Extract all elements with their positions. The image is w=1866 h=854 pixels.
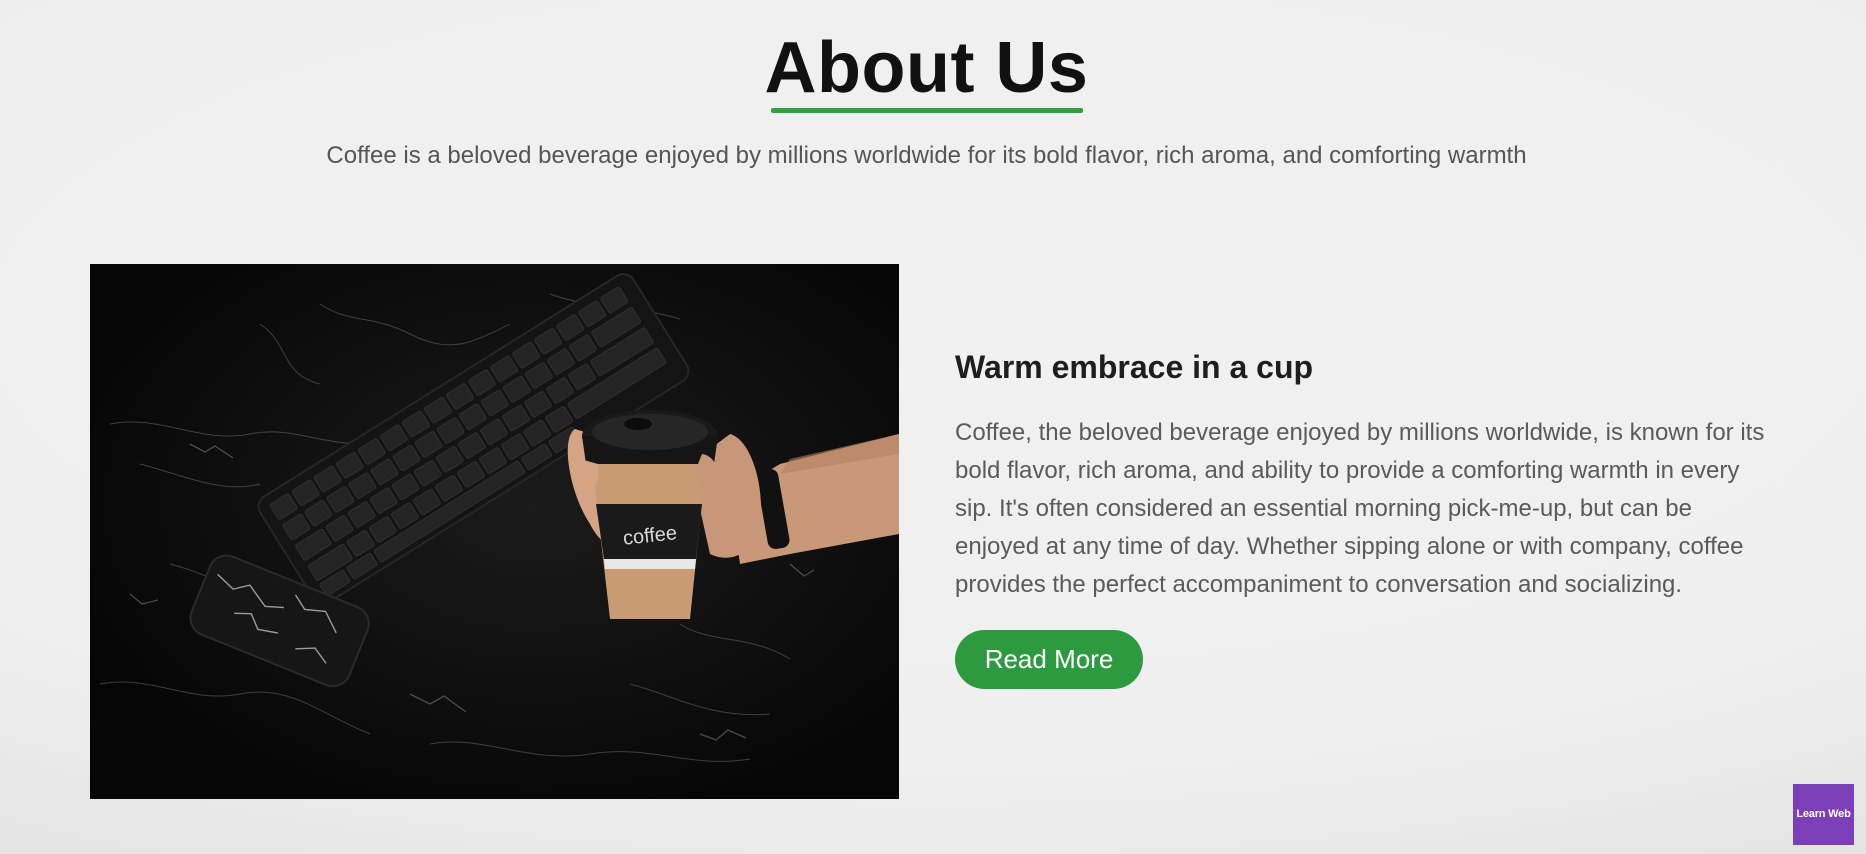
card-body: Coffee, the beloved beverage enjoyed by … (955, 419, 1765, 598)
card-heading: Warm embrace in a cup (955, 349, 1314, 385)
page-title: About Us (764, 28, 1089, 108)
learn-web-watermark: Learn Web (1793, 784, 1854, 845)
read-more-button[interactable]: Read More (955, 630, 1143, 689)
page-subtitle: Coffee is a beloved beverage enjoyed by … (326, 142, 1527, 169)
about-card-text: Warm embrace in a cup Coffee, the belove… (955, 348, 1775, 689)
coffee-keyboard-photo: coffee (90, 264, 899, 799)
title-underline (771, 108, 1083, 113)
